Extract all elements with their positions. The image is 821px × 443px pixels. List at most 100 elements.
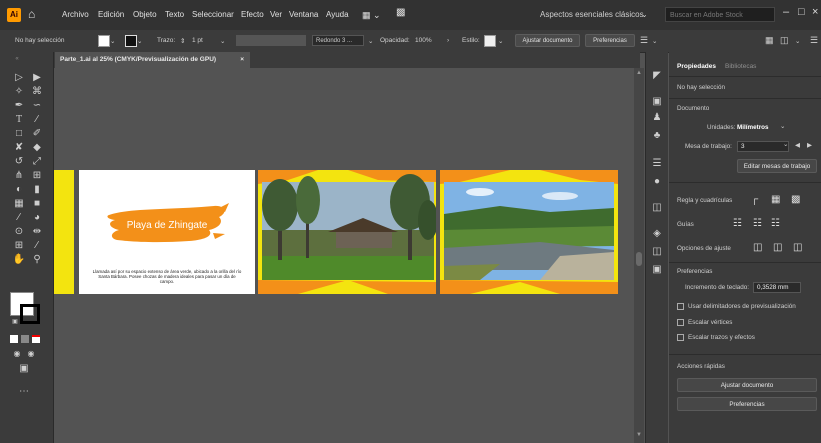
keyboard-increment-input[interactable]: 0,3528 mm: [753, 282, 801, 293]
scroll-thumb[interactable]: [636, 252, 642, 266]
transparency-grid-icon[interactable]: ▩: [791, 194, 800, 205]
stroke-weight[interactable]: 1 pt: [192, 37, 203, 44]
stroke-swatch[interactable]: [125, 35, 137, 47]
symbol-sprayer-tool-icon[interactable]: ⊙: [12, 226, 26, 238]
scale-corners-checkbox[interactable]: [677, 319, 684, 326]
home-icon[interactable]: ⌂: [28, 7, 35, 21]
libraries-panel-icon[interactable]: ▣: [651, 96, 663, 108]
lock-guides-icon[interactable]: ☷: [753, 218, 762, 229]
brush-chevron-icon[interactable]: ⌄: [368, 37, 373, 45]
rectangle-tool-icon[interactable]: □: [12, 128, 26, 140]
gradient-mode-icon[interactable]: [21, 335, 29, 343]
units-select[interactable]: Milímetros: [737, 124, 769, 131]
units-chevron-icon[interactable]: ⌄: [780, 123, 785, 130]
edit-artboards-button[interactable]: Editar mesas de trabajo: [737, 159, 817, 173]
document-tab[interactable]: Parte_1.ai al 25% (CMYK/Previsualización…: [55, 52, 250, 68]
menu-ayuda[interactable]: Ayuda: [326, 10, 349, 19]
direct-selection-tool-icon[interactable]: ▶: [30, 72, 44, 84]
perspective-grid-tool-icon[interactable]: ▮: [30, 184, 44, 196]
smart-guides-icon[interactable]: ☷: [771, 218, 780, 229]
menu-ver[interactable]: Ver: [270, 10, 282, 19]
panel-menu-icon[interactable]: ☰: [810, 35, 818, 46]
layers-panel-icon[interactable]: ◈: [651, 228, 663, 240]
shaper-tool-icon[interactable]: ✘: [12, 142, 26, 154]
panel-toggle-chevron-icon[interactable]: ⌄: [795, 37, 800, 45]
width-tool-icon[interactable]: ⋔: [12, 170, 26, 182]
maximize-icon[interactable]: □: [798, 6, 805, 18]
snap-to-pixel-icon[interactable]: ◫: [793, 242, 802, 253]
artboard-select[interactable]: 3: [737, 141, 789, 152]
arrange-icon[interactable]: ▦: [765, 35, 774, 46]
slice-tool-icon[interactable]: ∕: [30, 240, 44, 252]
preferences-panel-button[interactable]: Preferencias: [677, 397, 817, 411]
eyedropper-tool-icon[interactable]: ∕: [12, 212, 26, 224]
type-tool-icon[interactable]: T: [12, 114, 26, 126]
tab-libraries[interactable]: Bibliotecas: [725, 63, 756, 70]
layers-menu-icon[interactable]: ☰: [651, 158, 663, 170]
prev-artboard-icon[interactable]: ◀: [795, 142, 800, 149]
canvas[interactable]: Playa de Zhingate Llamada así por su esp…: [54, 68, 634, 443]
workspace-switcher[interactable]: Aspectos esenciales clásicos: [540, 10, 644, 19]
fill-chevron-icon[interactable]: ⌄: [110, 37, 115, 45]
tab-properties[interactable]: Propiedades: [677, 63, 716, 70]
curvature-tool-icon[interactable]: ∽: [30, 100, 44, 112]
stroke-weight-chevron-icon[interactable]: ⌄: [220, 37, 225, 45]
shape-builder-tool-icon[interactable]: ◐: [12, 184, 26, 196]
default-colors-icon[interactable]: ▣: [8, 316, 22, 328]
graphic-style-swatch[interactable]: [484, 35, 496, 47]
magic-wand-tool-icon[interactable]: ✧: [12, 86, 26, 98]
close-tab-icon[interactable]: ×: [240, 52, 244, 68]
menu-edicion[interactable]: Edición: [98, 10, 124, 19]
fit-document-button[interactable]: Ajustar documento: [515, 34, 580, 47]
zoom-tool-icon[interactable]: ⚲: [30, 254, 44, 266]
gradient-tool-icon[interactable]: ■: [30, 198, 44, 210]
scroll-up-icon[interactable]: ▲: [636, 70, 642, 76]
next-artboard-icon[interactable]: ▶: [807, 142, 812, 149]
artboards-panel-icon[interactable]: ◫: [651, 246, 663, 258]
selection-tool-icon[interactable]: ▷: [12, 72, 26, 84]
fit-document-panel-button[interactable]: Ajustar documento: [677, 378, 817, 392]
opacity-label[interactable]: Opacidad:: [380, 37, 410, 44]
none-mode-icon[interactable]: [32, 335, 40, 343]
screen-mode-icon[interactable]: ▣: [17, 363, 31, 375]
grid-icon[interactable]: ▦: [771, 194, 780, 205]
pen-tool-icon[interactable]: ✒: [12, 100, 26, 112]
line-tool-icon[interactable]: ∕: [30, 114, 44, 126]
stock-search-input[interactable]: Buscar en Adobe Stock: [665, 7, 775, 22]
menu-archivo[interactable]: Archivo: [62, 10, 89, 19]
artboard-tool-icon[interactable]: ⊞: [12, 240, 26, 252]
stroke-stepper-icon[interactable]: ⇕: [180, 37, 185, 45]
blend-tool-icon[interactable]: ◕: [30, 212, 44, 224]
puppet-panel-icon[interactable]: ♟: [651, 112, 663, 124]
ruler-icon[interactable]: ┌: [751, 194, 758, 205]
menu-seleccionar[interactable]: Seleccionar: [192, 10, 234, 19]
menu-objeto[interactable]: Objeto: [133, 10, 157, 19]
snap-to-point-icon[interactable]: ◫: [753, 242, 762, 253]
mesh-tool-icon[interactable]: ▦: [12, 198, 26, 210]
asset-export-icon[interactable]: ▣: [651, 264, 663, 276]
align-icon[interactable]: ☰: [640, 35, 648, 46]
free-transform-tool-icon[interactable]: ⊞: [30, 170, 44, 182]
preview-bounds-checkbox[interactable]: [677, 303, 684, 310]
style-chevron-icon[interactable]: ⌄: [498, 37, 503, 45]
workspace-chevron-icon[interactable]: ⌄: [641, 10, 648, 19]
draw-behind-icon[interactable]: ◉: [24, 348, 38, 360]
fill-swatch[interactable]: [98, 35, 110, 47]
panel-toggle-icon[interactable]: ◫: [780, 35, 789, 46]
stroke-color-box[interactable]: [20, 304, 40, 324]
gpu-performance-icon[interactable]: ▩: [396, 7, 405, 18]
edit-toolbar-icon[interactable]: ⋯: [17, 386, 31, 398]
column-graph-tool-icon[interactable]: ⇹: [30, 226, 44, 238]
scale-tool-icon[interactable]: ⤢: [30, 156, 44, 168]
show-guides-icon[interactable]: ☷: [733, 218, 742, 229]
collapse-toolbar-icon[interactable]: «: [10, 53, 24, 65]
canvas-vertical-scrollbar[interactable]: ▲ ▼: [634, 68, 644, 443]
arrange-documents-icon[interactable]: ▦ ⌄: [362, 10, 381, 21]
symbols-panel-icon[interactable]: ♣: [651, 130, 663, 142]
preferences-button[interactable]: Preferencias: [585, 34, 635, 47]
properties-panel-icon[interactable]: ◤: [651, 70, 663, 82]
scale-strokes-checkbox[interactable]: [677, 334, 684, 341]
snap-to-grid-icon[interactable]: ◫: [773, 242, 782, 253]
eraser-tool-icon[interactable]: ◆: [30, 142, 44, 154]
minimize-icon[interactable]: –: [783, 6, 789, 18]
